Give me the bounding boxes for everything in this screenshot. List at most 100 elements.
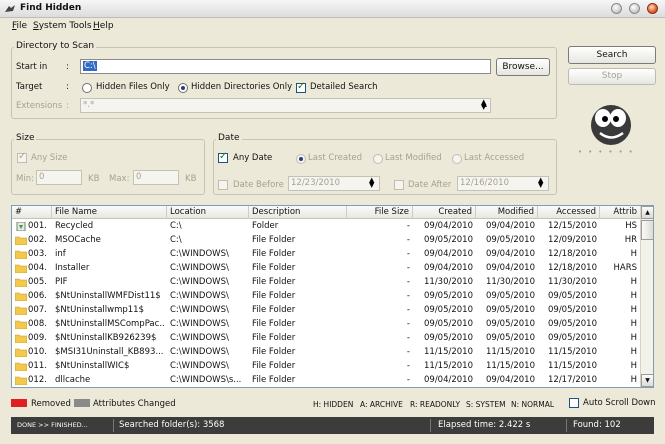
row-description: File Folder <box>252 277 296 287</box>
table-row[interactable]: 005. PIF C:\WINDOWS\ File Folder - 11/30/2010… <box>12 276 640 289</box>
any-size-label: Any Size <box>31 153 68 163</box>
hidden-files-only-radio[interactable] <box>82 83 92 93</box>
table-row[interactable]: 010. $MSI31Uninstall_KB893... C:\WINDOWS\ F… <box>12 346 640 359</box>
minimize-button[interactable] <box>611 3 622 14</box>
last-accessed-radio[interactable] <box>452 154 462 164</box>
row-accessed: 09/05/2010 <box>548 305 597 315</box>
col-header-index[interactable]: # <box>12 206 52 219</box>
table-row[interactable]: 012. dllcache C:\WINDOWS\s... File Folder - 0… <box>12 374 640 387</box>
date-before-spin-icon[interactable]: ▲ ▼ <box>369 177 374 189</box>
scroll-down-icon[interactable]: ▼ <box>641 374 653 387</box>
scroll-thumb[interactable] <box>641 220 653 240</box>
row-attrib: H <box>630 277 637 287</box>
recycle-bin-icon <box>16 222 26 231</box>
last-modified-radio[interactable] <box>373 154 383 164</box>
last-accessed-label: Last Accessed <box>464 153 525 163</box>
date-before-picker[interactable]: 12/23/2010 <box>288 176 380 191</box>
status-separator <box>430 419 431 432</box>
search-button[interactable]: Search <box>568 46 656 64</box>
browse-button[interactable]: Browse... <box>496 58 550 76</box>
start-in-input[interactable]: C:\ <box>80 59 491 74</box>
row-created: 09/04/2010 <box>424 221 473 231</box>
row-file-size: - <box>406 291 410 301</box>
row-accessed: 09/05/2010 <box>548 291 597 301</box>
row-location: C:\WINDOWS\ <box>170 277 229 287</box>
table-row[interactable]: 003. inf C:\WINDOWS\ File Folder - 09/04/2010… <box>12 248 640 261</box>
start-in-value: C:\ <box>83 61 97 71</box>
row-file-name: $NtUninstallKB926239$ <box>55 333 157 343</box>
table-row[interactable]: 001. Recycled C:\ Folder - 09/04/2010 09/04/20… <box>12 220 640 233</box>
row-index: 003. <box>28 249 47 259</box>
date-after-picker[interactable]: 12/16/2010 <box>457 176 549 191</box>
last-modified-label: Last Modified <box>385 153 442 163</box>
row-modified: 09/05/2010 <box>486 235 535 245</box>
min-label: Min: <box>16 174 34 184</box>
start-in-colon: : <box>66 62 69 72</box>
max-label: Max: <box>109 174 130 184</box>
table-row[interactable]: 009. $NtUninstallKB926239$ C:\WINDOWS\ File… <box>12 332 640 345</box>
table-row[interactable]: 002. MSOCache C:\ File Folder - 09/05/2010 09/… <box>12 234 640 247</box>
row-modified: 11/15/2010 <box>486 347 535 357</box>
table-row[interactable]: 004. Installer C:\WINDOWS\ File Folder - 09/0… <box>12 262 640 275</box>
date-before-checkbox[interactable] <box>218 180 228 190</box>
row-created: 09/05/2010 <box>424 319 473 329</box>
row-attrib: HS <box>625 221 637 231</box>
menu-system-tools[interactable]: System Tools <box>33 21 92 31</box>
max-unit-label: KB <box>185 174 197 184</box>
directory-to-scan-legend: Directory to Scan <box>14 41 97 51</box>
row-file-size: - <box>406 263 410 273</box>
row-location: C:\WINDOWS\ <box>170 333 229 343</box>
row-index: 005. <box>28 277 47 287</box>
table-header: # File Name Location Description File Si… <box>12 206 640 219</box>
window-title: Find Hidden <box>20 3 82 13</box>
row-created: 09/05/2010 <box>424 235 473 245</box>
col-header-description[interactable]: Description <box>249 206 347 219</box>
table-row[interactable]: 011. $NtUninstallWIC$ C:\WINDOWS\ File Fold… <box>12 360 640 373</box>
vertical-scrollbar[interactable]: ▲ ▼ <box>640 206 653 387</box>
table-row[interactable]: 007. $NtUninstallwmp11$ C:\WINDOWS\ File Fo… <box>12 304 640 317</box>
row-index: 010. <box>28 347 47 357</box>
col-header-created[interactable]: Created <box>413 206 476 219</box>
close-button[interactable] <box>647 3 658 14</box>
row-created: 09/04/2010 <box>424 249 473 259</box>
row-attrib: H <box>630 347 637 357</box>
auto-scroll-checkbox[interactable] <box>569 398 579 408</box>
any-size-checkbox[interactable] <box>17 151 27 163</box>
scroll-up-icon[interactable]: ▲ <box>641 206 653 219</box>
table-row[interactable]: 008. $NtUninstallMSCompPac... C:\WINDOWS\ F… <box>12 318 640 331</box>
extensions-dropdown[interactable]: *.* ▲ <box>80 98 491 113</box>
any-date-checkbox[interactable] <box>218 151 228 163</box>
row-location: C:\WINDOWS\ <box>170 249 229 259</box>
row-modified: 09/04/2010 <box>486 375 535 385</box>
col-header-file-size[interactable]: File Size <box>347 206 413 219</box>
date-before-label: Date Before <box>233 180 284 190</box>
row-accessed: 09/05/2010 <box>548 319 597 329</box>
col-header-location[interactable]: Location <box>167 206 249 219</box>
col-header-attrib[interactable]: Attrib <box>600 206 640 219</box>
col-header-file-name[interactable]: File Name <box>52 206 167 219</box>
menu-file[interactable]: File <box>12 21 27 31</box>
col-header-modified[interactable]: Modified <box>476 206 538 219</box>
row-file-size: - <box>406 347 410 357</box>
hidden-directories-only-radio[interactable] <box>178 83 188 93</box>
table-row[interactable]: 006. $NtUninstallWMFDist11$ C:\WINDOWS\ Fil… <box>12 290 640 303</box>
menu-bar: File System Tools Help <box>0 19 665 35</box>
results-table[interactable]: # File Name Location Description File Si… <box>11 205 654 388</box>
min-size-input[interactable]: 0 <box>36 170 82 185</box>
detailed-search-checkbox[interactable] <box>296 81 306 93</box>
date-after-checkbox[interactable] <box>394 180 404 190</box>
maximize-button[interactable] <box>629 3 640 14</box>
folder-icon <box>15 320 27 329</box>
col-header-accessed[interactable]: Accessed <box>538 206 600 219</box>
row-modified: 09/04/2010 <box>486 221 535 231</box>
code-hidden: H: HIDDEN <box>313 400 354 409</box>
menu-help[interactable]: Help <box>93 21 114 31</box>
extensions-colon: : <box>66 101 69 111</box>
any-date-label: Any Date <box>233 153 273 163</box>
last-created-radio[interactable] <box>296 154 306 164</box>
row-file-size: - <box>406 361 410 371</box>
stop-button[interactable]: Stop <box>568 68 656 85</box>
max-size-input[interactable]: 0 <box>133 170 179 185</box>
status-found: Found: 102 <box>573 420 621 430</box>
date-after-spin-icon[interactable]: ▲ ▼ <box>538 177 543 189</box>
